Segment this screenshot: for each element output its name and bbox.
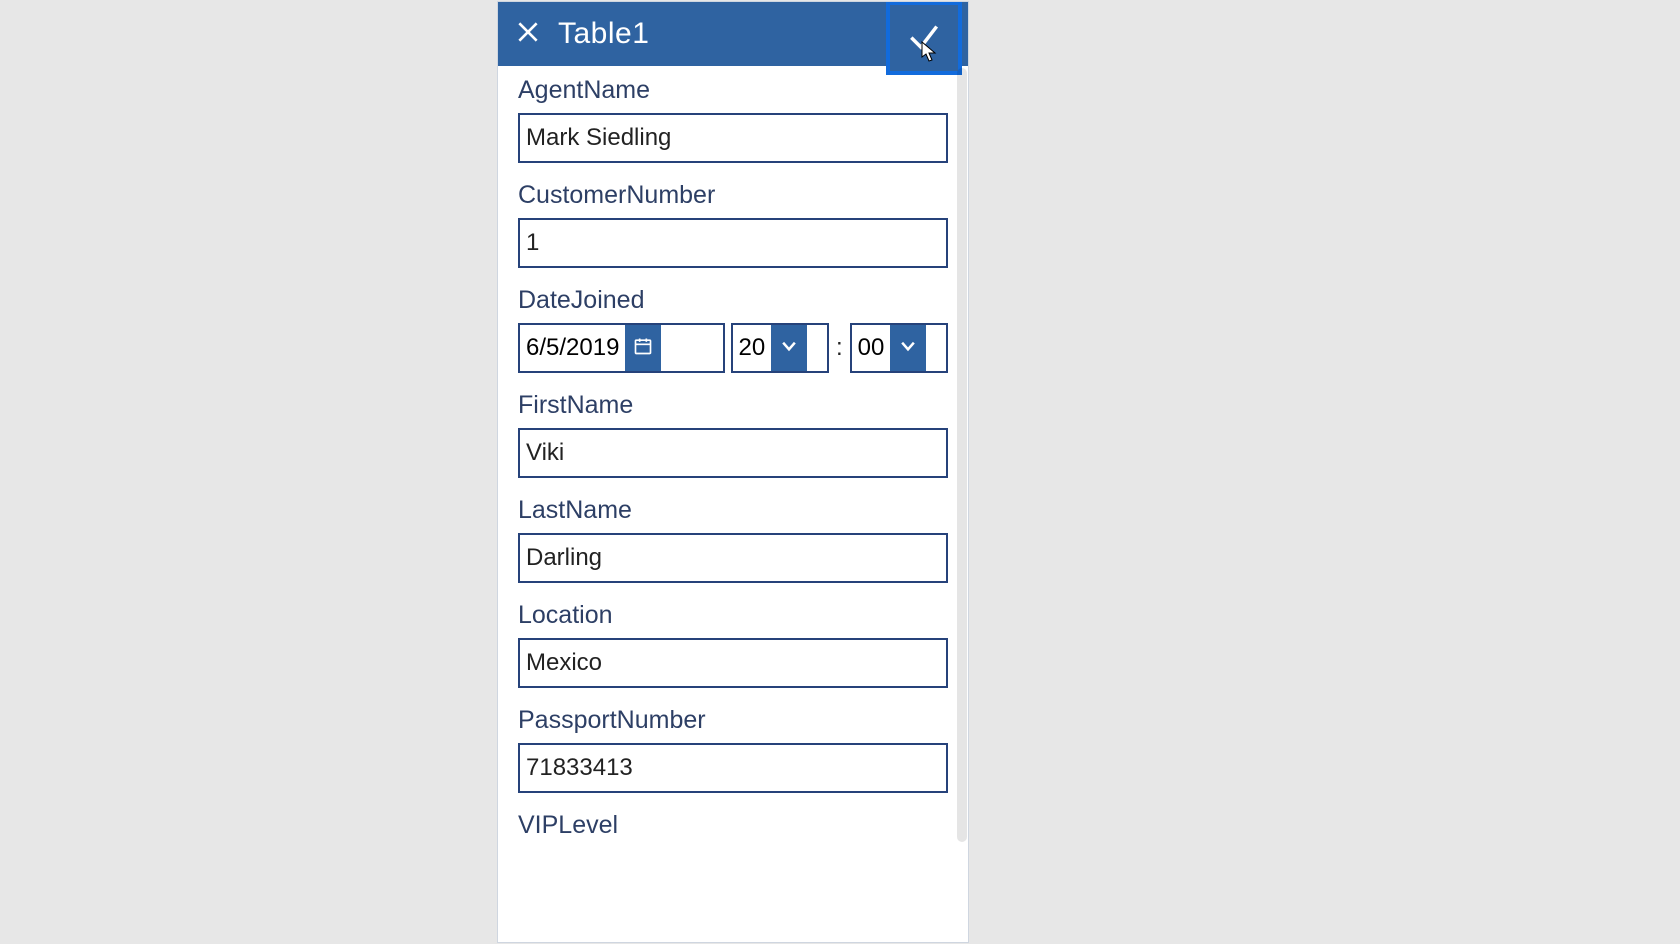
datejoined-minute-value: 00 [852,325,891,371]
submit-button[interactable] [886,2,962,75]
label-firstname: FirstName [518,391,948,420]
input-lastname-text[interactable] [526,544,940,572]
field-viplevel: VIPLevel [518,811,948,840]
chevron-down-icon [779,336,799,361]
input-firstname-text[interactable] [526,439,940,467]
input-customernumber[interactable] [518,218,948,268]
datejoined-hour-picker[interactable]: 20 [731,323,829,373]
datejoined-minute-trigger[interactable] [890,325,926,371]
label-datejoined: DateJoined [518,286,948,315]
time-colon: : [835,334,844,362]
field-location: Location [518,601,948,688]
field-firstname: FirstName [518,391,948,478]
input-location-text[interactable] [526,649,940,677]
label-lastname: LastName [518,496,948,525]
field-agentname: AgentName [518,76,948,163]
datejoined-date-picker[interactable]: 6/5/2019 [518,323,725,373]
check-icon [905,17,943,60]
close-icon [515,19,541,50]
input-agentname[interactable] [518,113,948,163]
input-location[interactable] [518,638,948,688]
field-customernumber: CustomerNumber [518,181,948,268]
edit-form-panel: Table1 AgentName CustomerNumber [498,2,968,942]
datejoined-date-value: 6/5/2019 [520,325,625,371]
input-passportnumber[interactable] [518,743,948,793]
field-lastname: LastName [518,496,948,583]
datejoined-hour-trigger[interactable] [771,325,807,371]
label-agentname: AgentName [518,76,948,105]
form-title: Table1 [558,17,649,51]
label-customernumber: CustomerNumber [518,181,948,210]
input-firstname[interactable] [518,428,948,478]
datejoined-date-trigger[interactable] [625,325,661,371]
title-bar: Table1 [498,2,968,66]
field-datejoined: DateJoined 6/5/2019 [518,286,948,373]
form-body: AgentName CustomerNumber DateJoined 6/5/… [498,66,968,942]
datejoined-minute-picker[interactable]: 00 [850,323,948,373]
datejoined-row: 6/5/2019 20 [518,323,948,373]
datejoined-hour-value: 20 [733,325,772,371]
calendar-icon [633,336,653,361]
input-customernumber-text[interactable] [526,229,940,257]
close-button[interactable] [498,2,558,66]
input-passportnumber-text[interactable] [526,754,940,782]
input-agentname-text[interactable] [526,124,940,152]
label-passportnumber: PassportNumber [518,706,948,735]
chevron-down-icon [898,336,918,361]
field-passportnumber: PassportNumber [518,706,948,793]
label-location: Location [518,601,948,630]
label-viplevel: VIPLevel [518,811,948,840]
input-lastname[interactable] [518,533,948,583]
